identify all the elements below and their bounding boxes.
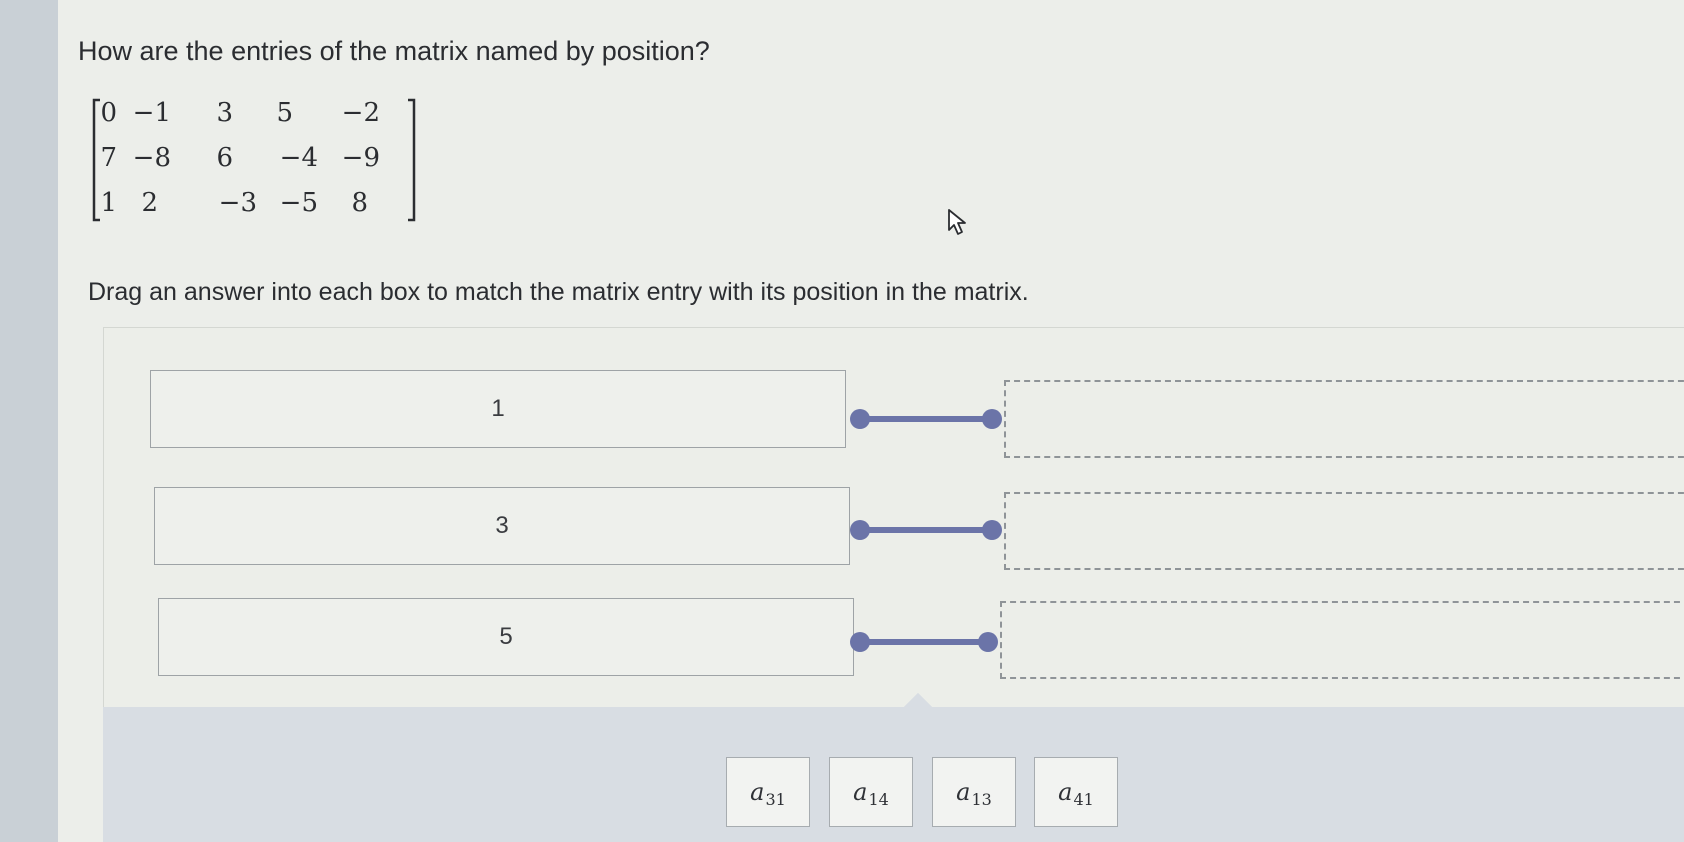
question-text: How are the entries of the matrix named … xyxy=(78,36,710,66)
entry-value: 5 xyxy=(499,623,513,650)
answer-chip-a41[interactable]: a 41 xyxy=(1034,757,1118,827)
matrix-cell-r2c4: −4 xyxy=(279,143,318,173)
connector-line xyxy=(860,416,992,422)
entry-value: 1 xyxy=(491,395,505,422)
chip-base: a xyxy=(1058,778,1073,806)
chip-subscript: 14 xyxy=(868,789,889,809)
answer-chip-a31[interactable]: a 31 xyxy=(726,757,810,827)
answer-drop-box[interactable] xyxy=(1004,380,1684,458)
connector-end-dot xyxy=(978,632,998,652)
matrix-cell-r3c5: 8 xyxy=(351,188,368,218)
entry-box: 5 xyxy=(158,598,854,676)
matrix-cell-r3c3: −3 xyxy=(218,188,257,218)
matrix-cell-r2c2: −8 xyxy=(132,143,171,173)
matrix-cell-r1c2: −1 xyxy=(132,98,171,128)
arrow-cursor-icon xyxy=(948,209,966,235)
entry-box: 3 xyxy=(154,487,850,565)
matrix-cell-r3c2: 2 xyxy=(141,188,158,218)
matrix-cell-r2c3: 6 xyxy=(216,143,233,173)
chip-subscript: 31 xyxy=(765,789,786,809)
answer-chip-a14[interactable]: a 14 xyxy=(829,757,913,827)
chip-base: a xyxy=(853,778,868,806)
matrix-cell-r1c4: 5 xyxy=(276,98,293,128)
connector-end-dot xyxy=(982,409,1002,429)
connector-end-dot xyxy=(982,520,1002,540)
chip-subscript: 13 xyxy=(971,789,992,809)
connector-line xyxy=(860,639,988,645)
answer-chip-a13[interactable]: a 13 xyxy=(932,757,1016,827)
connector-line xyxy=(860,527,992,533)
matrix-cell-r2c5: −9 xyxy=(341,143,380,173)
matrix-cell-r1c5: −2 xyxy=(341,98,380,128)
instruction-text: Drag an answer into each box to match th… xyxy=(88,278,1029,306)
chip-base: a xyxy=(956,778,971,806)
chip-base: a xyxy=(750,778,765,806)
entry-box: 1 xyxy=(150,370,846,448)
answer-drop-box[interactable] xyxy=(1004,492,1684,570)
entry-value: 3 xyxy=(495,512,509,539)
answer-drop-box[interactable] xyxy=(1000,601,1684,679)
chip-subscript: 41 xyxy=(1073,789,1094,809)
matrix: 0 −1 3 5 −2 7 −8 6 −4 −9 1 2 −3 −5 8 xyxy=(92,98,422,238)
